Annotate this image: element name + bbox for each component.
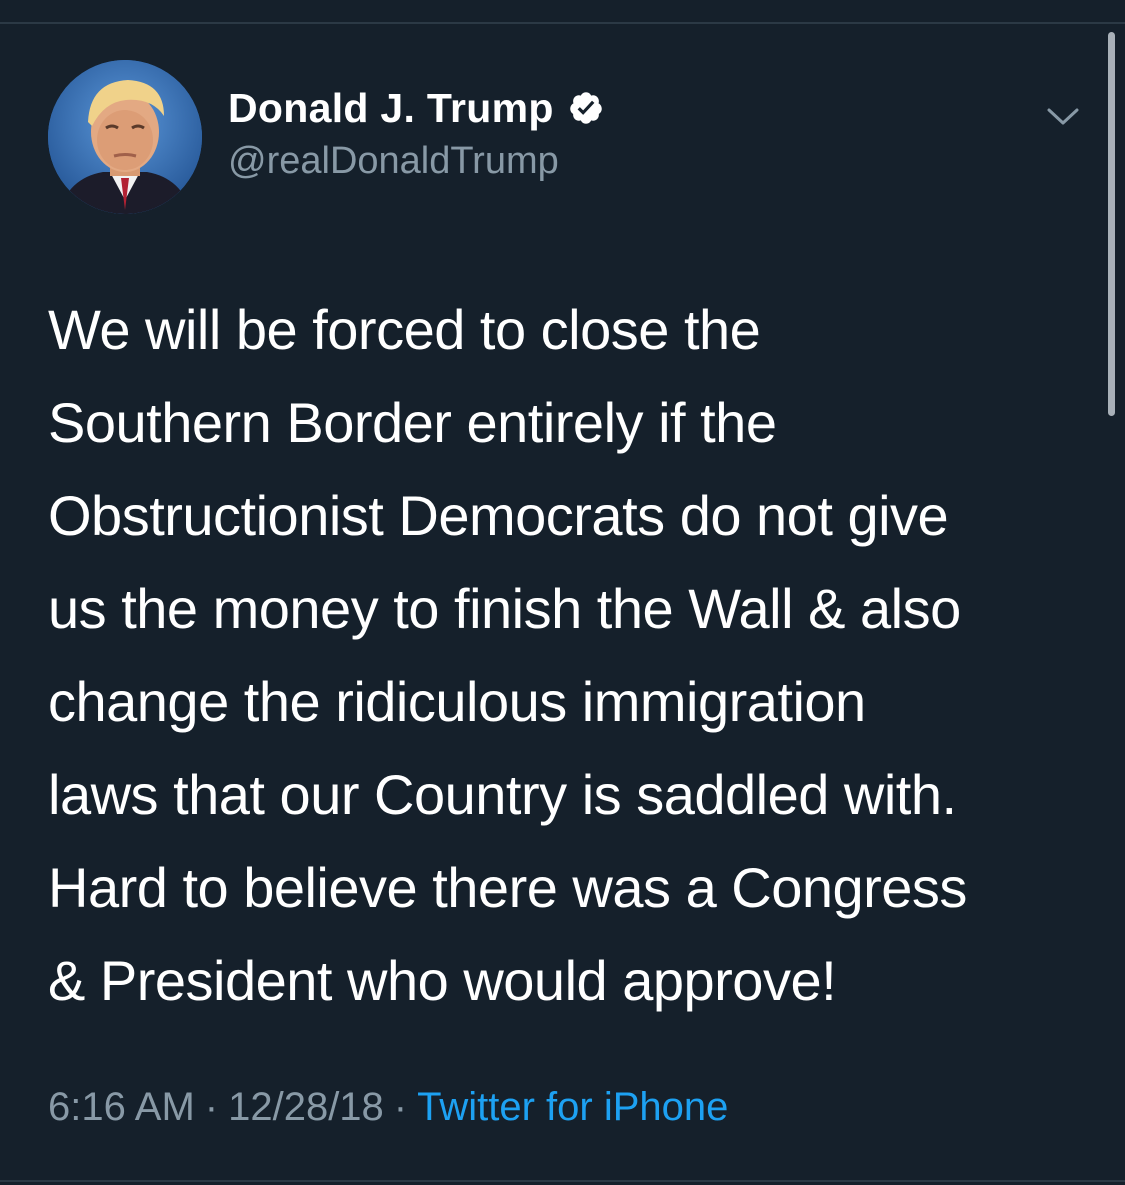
chevron-down-icon[interactable] xyxy=(1043,102,1083,130)
tweet-time[interactable]: 6:16 AM xyxy=(48,1085,195,1129)
scrollbar[interactable] xyxy=(1108,32,1115,416)
tweet-text-line: We will be forced to close the xyxy=(48,298,761,361)
tweet-text-line: & President who would approve! xyxy=(48,949,837,1012)
meta-separator: · xyxy=(204,1085,219,1129)
tweet-text-line: change the ridiculous immigration xyxy=(48,670,866,733)
tweet-text-line: Obstructionist Democrats do not give xyxy=(48,484,949,547)
tweet-meta: 6:16 AM · 12/28/18 · Twitter for iPhone xyxy=(48,1085,728,1130)
avatar[interactable] xyxy=(48,60,202,214)
author-handle[interactable]: @realDonaldTrump xyxy=(228,140,559,183)
author-display-name[interactable]: Donald J. Trump xyxy=(228,85,554,132)
bottom-divider xyxy=(0,1180,1125,1182)
tweet-date[interactable]: 12/28/18 xyxy=(228,1085,384,1129)
meta-separator: · xyxy=(393,1085,408,1129)
avatar-image xyxy=(48,60,202,214)
tweet-text-line: us the money to finish the Wall & also xyxy=(48,577,961,640)
verified-badge-icon xyxy=(569,92,602,124)
tweet-source-link[interactable]: Twitter for iPhone xyxy=(417,1085,728,1129)
tweet-text-line: Southern Border entirely if the xyxy=(48,391,777,454)
tweet-text-line: laws that our Country is saddled with. xyxy=(48,763,957,826)
author-name-row[interactable]: Donald J. Trump xyxy=(228,82,604,134)
tweet-text-line: Hard to believe there was a Congress xyxy=(48,856,967,919)
top-divider xyxy=(0,0,1125,24)
tweet-text: We will be forced to close the Southern … xyxy=(48,283,1088,1027)
